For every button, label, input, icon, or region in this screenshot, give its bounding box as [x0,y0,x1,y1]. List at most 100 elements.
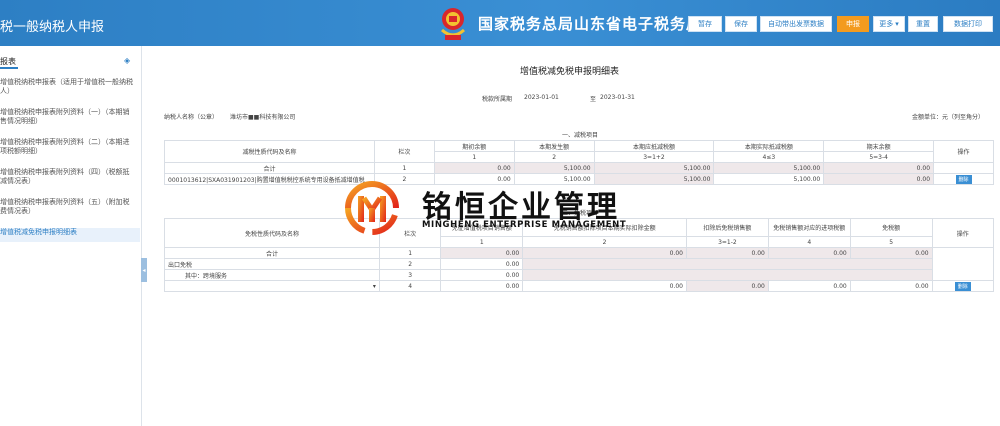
period-from-value: 2023-01-01 [524,94,559,101]
sidebar-header: 报表 ◈ [0,56,142,70]
sidebar-heading: 报表 [0,57,16,66]
table-row: 其中：跨境服务 3 0.00 [164,269,994,281]
t1-header-project: 减税性质代码及名称 [164,140,375,163]
period-from-label: 税款所属期 [482,96,513,103]
auto-fill-invoice-button[interactable]: 自动带出发票数据 [760,16,832,32]
sidebar-item-tax-relief[interactable]: 增值税减免税申报明细表 [0,228,140,242]
cell-value: 5,100.00 [513,162,595,174]
reset-button[interactable]: 重置 [908,16,938,32]
t1-header-line: 栏次 [373,140,435,163]
table-row: ▾ 4 0.00 0.00 0.00 0.00 0.00 删除 [164,280,995,292]
t2-header-c5: 免税额 [849,218,933,237]
row-op: 删除 [931,280,995,292]
row-line: 1 [373,162,435,174]
t2-colnum: 5 [849,236,933,248]
cell-value: 5,100.00 [713,162,825,174]
t2-colnum: 2 [522,236,687,248]
cell-input[interactable]: 0.00 [849,280,933,292]
row-name: 合计 [164,247,380,259]
temp-save-button[interactable]: 暂存 [688,16,722,32]
sidebar-item-schedule-1[interactable]: 增值税纳税申报表附列资料（一）（本期销售情况明细） [0,108,140,126]
t1-colnum: 5=3-4 [823,151,935,163]
row-name: 其中：跨境服务 [164,269,380,281]
cell-input[interactable]: 0.00 [440,269,524,281]
chevron-down-icon: ▾ [372,282,376,290]
t1-header-c3: 本期应抵减税额 [593,140,715,152]
sidebar-heading-underline [0,67,18,69]
mingheng-logo-icon [345,181,399,235]
sidebar-item-schedule-2[interactable]: 增值税纳税申报表附列资料（二）（本期进项税额明细） [0,138,140,156]
amount-unit: 金额单位：元（列至角分） [912,114,985,121]
t2-colnum: 1 [440,236,524,248]
chevron-down-icon: ▾ [895,20,899,28]
app-title: 税一般纳税人申报 [0,20,105,35]
cell-input[interactable]: 0.00 [522,280,687,292]
table-row: 合计 1 0.00 0.00 0.00 0.00 0.00 [164,247,995,281]
t2-header-op: 操作 [931,218,995,248]
t1-header-c1: 期初余额 [433,140,515,152]
row-op: 删除 [933,173,994,185]
cell-value: 5,100.00 [593,162,715,174]
t1-colnum: 2 [513,151,595,163]
layers-icon[interactable]: ◈ [124,56,133,65]
row-line: 4 [378,280,442,292]
row-name: 出口免税 [164,258,380,270]
t2-header-c3: 扣除后免税销售额 [685,218,769,237]
print-button[interactable]: 数据打印 [943,16,993,32]
row-name: 合计 [164,162,375,174]
sidebar-item-main-return[interactable]: 增值税纳税申报表（适用于增值税一般纳税人） [0,78,140,96]
watermark: 铭恒企业管理 MINGHENG ENTERPRISE MANAGEMENT [338,178,668,238]
t2-header-c4: 免税销售额对应的进项税额 [767,218,851,237]
delete-row-button[interactable]: 删除 [954,281,971,291]
taxpayer-label: 纳税人名称（公章） [164,114,219,121]
cell-value: 0.00 [823,162,935,174]
cell-input[interactable]: 0.00 [440,258,524,270]
cell-value: 0.00 [685,247,769,259]
cell-value: 0.00 [767,247,851,259]
t1-colnum: 3=1+2 [593,151,715,163]
chevron-left-icon: ◂ [142,266,146,274]
table-row: 出口免税 2 0.00 [164,258,994,270]
cell-disabled [522,269,933,281]
national-emblem-icon [440,8,466,40]
table-row: 合计 1 0.00 5,100.00 5,100.00 5,100.00 0.0… [164,162,994,174]
delete-row-button[interactable]: 删除 [955,174,972,184]
cell-input[interactable]: 0.00 [767,280,851,292]
t1-header-c5: 期末余额 [823,140,935,152]
row-op-empty [931,247,995,281]
watermark-en: MINGHENG ENTERPRISE MANAGEMENT [422,220,627,230]
section1-title: 一、减税项目 [562,132,599,139]
t2-colnum: 4 [767,236,851,248]
t2-colnum: 3=1-2 [685,236,769,248]
cell-input[interactable]: 0.00 [440,280,524,292]
cell-value: 0.00 [849,247,933,259]
t1-colnum: 4≤3 [713,151,825,163]
row-op-empty [933,162,994,174]
row-line: 3 [378,269,442,281]
cell-value: 0.00 [433,162,515,174]
cell-value: 0.00 [823,173,935,185]
cell-value: 0.00 [522,247,687,259]
more-button[interactable]: 更多 ▾ [873,16,905,32]
taxpayer-name: 潍坊市■■科技有限公司 [230,114,296,121]
row-line: 2 [378,258,442,270]
t1-header-c4: 本期实际抵减税额 [713,140,825,152]
declare-button[interactable]: 申报 [837,16,869,32]
top-bar: 税一般纳税人申报 国家税务总局山东省电子税务局 暂存 保存 自动带出发票数据 申… [0,0,1000,46]
period-to-value: 2023-01-31 [600,94,635,101]
form-title: 增值税减免税申报明细表 [520,67,620,77]
cell-disabled [522,258,933,270]
sidebar-item-schedule-5[interactable]: 增值税纳税申报表附列资料（五）（附加税费情况表） [0,198,140,216]
sidebar-collapse-toggle[interactable]: ◂ [141,258,147,282]
cell-input[interactable]: 5,100.00 [713,173,825,185]
sidebar-item-schedule-4[interactable]: 增值税纳税申报表附列资料（四）（税额抵减情况表） [0,168,140,186]
row-name-select[interactable]: ▾ [164,280,380,292]
t1-header-c2: 本期发生额 [513,140,595,152]
row-line: 1 [378,247,442,259]
cell-value: 0.00 [685,280,769,292]
bureau-title: 国家税务总局山东省电子税务局 [478,15,703,33]
more-label: 更多 [879,20,894,28]
save-button[interactable]: 保存 [725,16,757,32]
t1-header-op: 操作 [933,140,994,163]
cell-value: 0.00 [440,247,524,259]
